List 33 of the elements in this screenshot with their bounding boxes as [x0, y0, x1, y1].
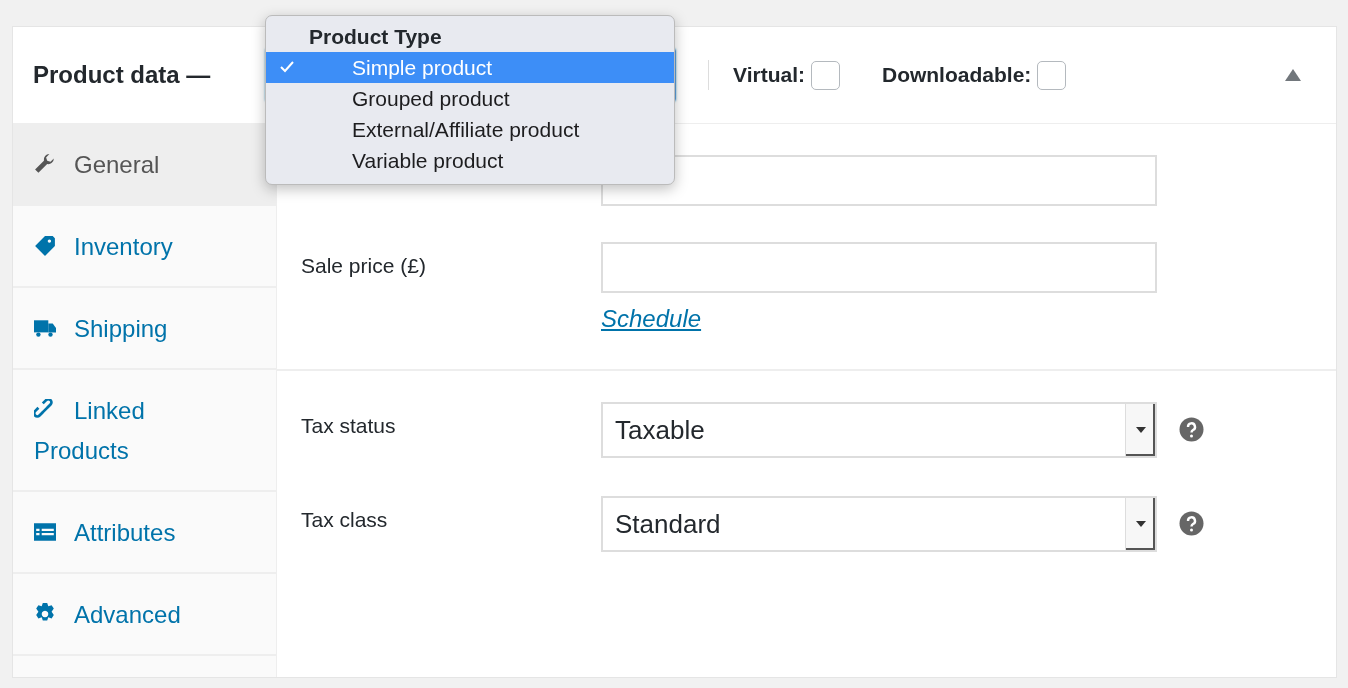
collapse-toggle-icon[interactable]	[1284, 68, 1302, 82]
help-icon[interactable]	[1179, 417, 1204, 442]
menu-option[interactable]: Grouped product	[266, 83, 674, 114]
tab[interactable]: General	[13, 124, 276, 206]
menu-option[interactable]: Simple product	[266, 52, 674, 83]
select-field[interactable]: Standard	[601, 496, 1157, 552]
panel-title: Product data —	[33, 61, 212, 89]
wrench-icon	[34, 153, 56, 175]
field-label: Tax class	[301, 507, 389, 532]
help-icon[interactable]	[1179, 511, 1204, 536]
truck-icon	[34, 317, 56, 339]
caret-icon	[1135, 427, 1146, 433]
select-field[interactable]: Taxable	[601, 402, 1157, 458]
menu-group-label: Product Type	[308, 24, 443, 50]
checkbox[interactable]	[1037, 60, 1067, 90]
tab[interactable]: Inventory	[13, 206, 276, 288]
tag-icon	[34, 235, 56, 257]
checkmark-icon	[280, 61, 294, 73]
checkbox[interactable]	[810, 60, 840, 90]
checkbox-label: Virtual:	[733, 63, 805, 87]
caret-icon	[1135, 521, 1146, 527]
tab[interactable]: Linked Products	[13, 370, 276, 492]
price-input[interactable]	[601, 155, 1157, 206]
checkbox-label: Downloadable:	[881, 63, 1032, 87]
price-input[interactable]	[601, 242, 1157, 293]
field-label: Tax status	[301, 413, 397, 438]
tab[interactable]: Attributes	[13, 492, 276, 574]
schedule-link[interactable]: Schedule	[601, 305, 1336, 333]
tab[interactable]: Advanced	[13, 574, 276, 656]
field-label: Sale price (£)	[301, 253, 427, 278]
list-icon	[34, 521, 56, 543]
tab[interactable]: Shipping	[13, 288, 276, 370]
link-icon	[34, 399, 56, 421]
